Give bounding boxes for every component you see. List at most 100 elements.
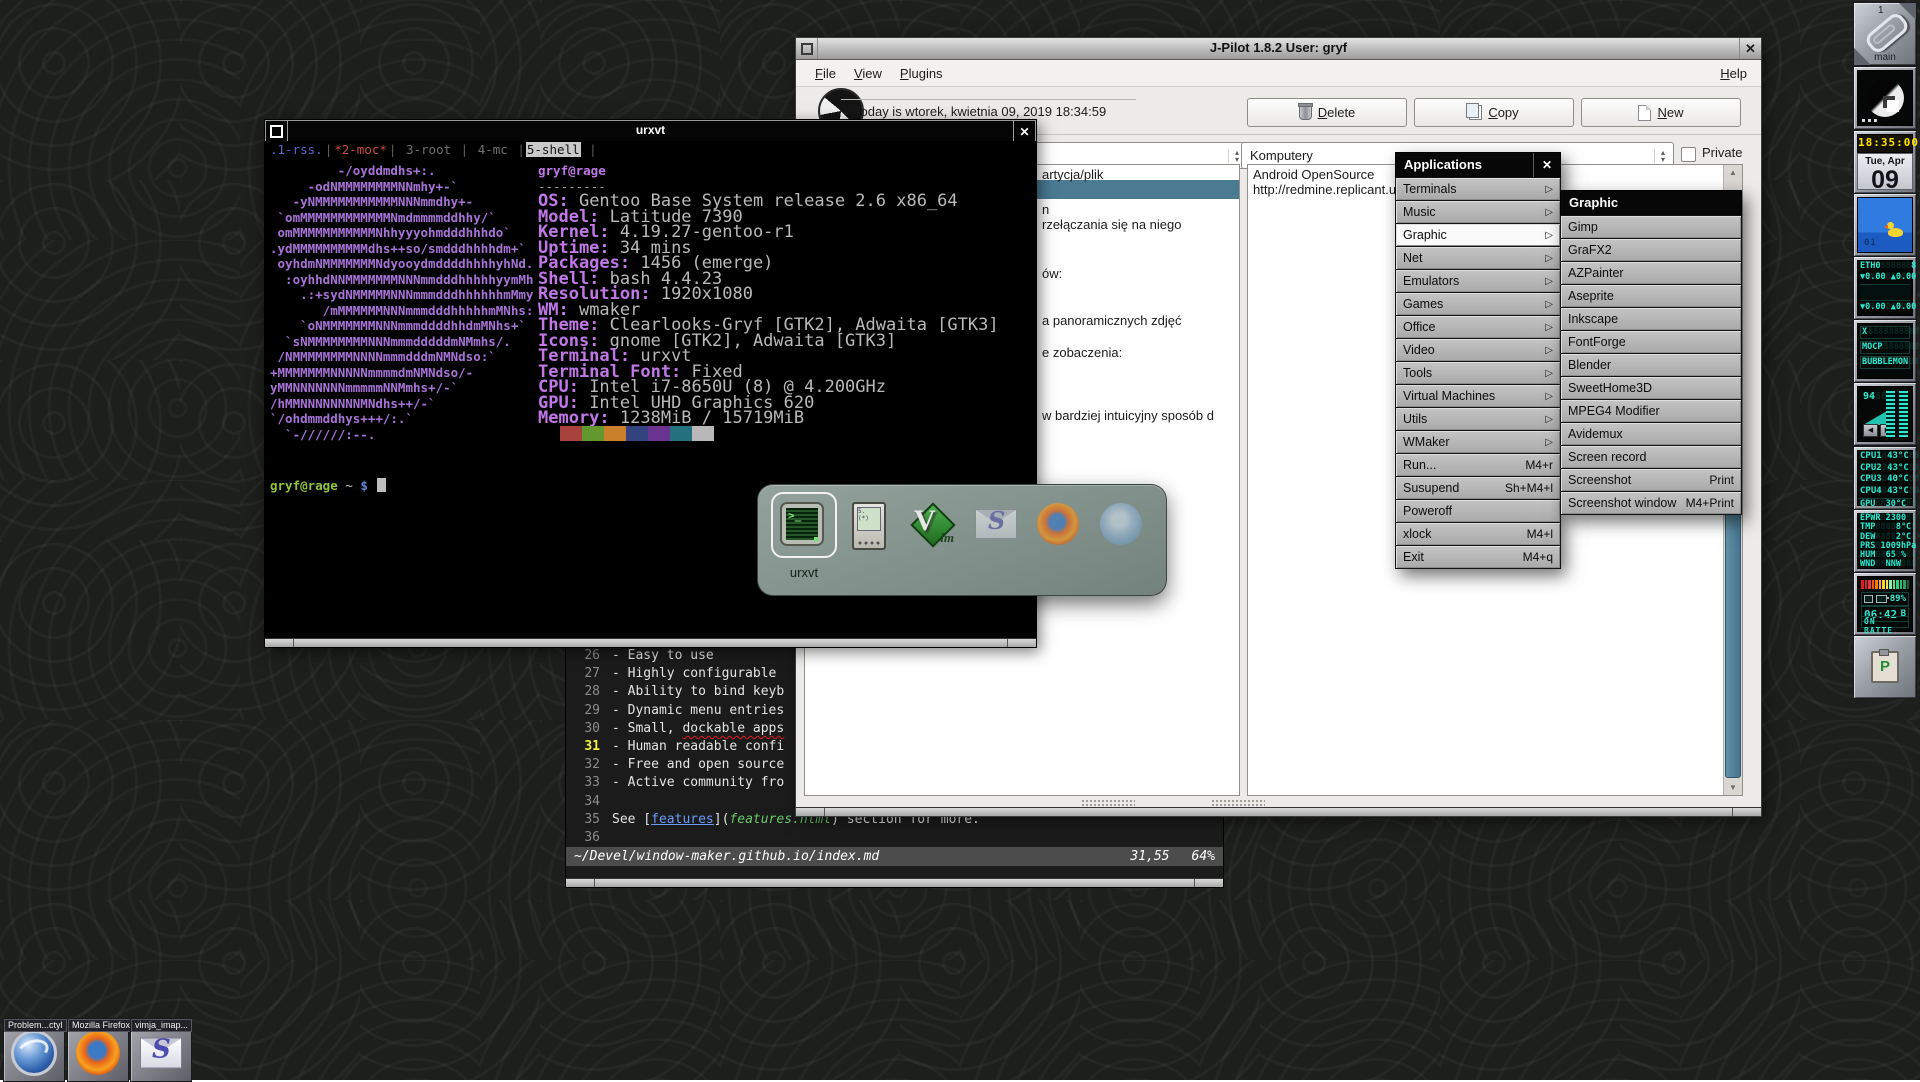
jpilot-resizebar[interactable] — [796, 807, 1761, 816]
miniaturize-button[interactable] — [266, 121, 288, 142]
graphic-menu-item-azpainter[interactable]: AZPainter — [1560, 261, 1742, 285]
applications-menu-item-games[interactable]: Games▷ — [1395, 292, 1561, 316]
miniwindow-problem[interactable]: Problem...ctyl — [3, 1018, 65, 1082]
miniaturize-icon — [270, 125, 283, 138]
memo-list-row[interactable]: artycja/plik — [1042, 167, 1103, 182]
graphic-menu-item-screen-record[interactable]: Screen record — [1560, 445, 1742, 469]
vim-resizebar[interactable] — [566, 878, 1223, 887]
clock-dockapp[interactable]: 18:35:00 Tue, Apr 09 — [1853, 130, 1917, 194]
graphic-menu-item-screenshot-window[interactable]: Screenshot windowM4+Print — [1560, 491, 1742, 515]
clip-dockapp[interactable]: 1 main — [1853, 2, 1917, 66]
jpilot-app-icon[interactable]: 5.(*) — [843, 500, 891, 548]
applications-menu-item-exit[interactable]: ExitM4+q — [1395, 545, 1561, 569]
volume-prev-button[interactable]: ◀ — [1863, 424, 1878, 437]
urxvt-resizebar[interactable] — [265, 638, 1036, 647]
miniaturize-button[interactable] — [796, 38, 818, 59]
graphic-menu-item-grafx2[interactable]: GraFX2 — [1560, 238, 1742, 262]
graphic-menu-item-gimp[interactable]: Gimp — [1560, 215, 1742, 239]
menu-close-button[interactable]: ✕ — [1533, 153, 1560, 177]
jpilot-titlebar[interactable]: J-Pilot 1.8.2 User: gryf ✕ — [796, 38, 1761, 60]
vim-line-number: 35 — [566, 811, 612, 829]
vim-line-number: 26 — [566, 647, 612, 665]
applications-menu-item-susupend[interactable]: SusupendSh+M4+l — [1395, 476, 1561, 500]
battery-percent: 89% — [1890, 594, 1906, 604]
wmaker-dockapp[interactable] — [1853, 66, 1917, 130]
network-monitor-dockapp[interactable]: ETH0 8▼0.00 ▲0.00 ▼0.00 ▲0.00 — [1853, 256, 1917, 320]
graphic-menu-item-aseprite[interactable]: Aseprite — [1560, 284, 1742, 308]
miniwindow-firefox[interactable]: Mozilla Firefox — [67, 1018, 129, 1082]
graphic-menu-item-sweethome3d[interactable]: SweetHome3D — [1560, 376, 1742, 400]
toolbar-button-new[interactable]: New — [1581, 98, 1741, 127]
temperature-dockapp[interactable]: CPU1 43°CCPU2 43°CCPU3 40°CCPU4 43°C GPU… — [1853, 446, 1917, 510]
applications-menu-item-xlock[interactable]: xlockM4+l — [1395, 522, 1561, 546]
battery-dockapp[interactable]: 89% 06:42 B ON BATTE — [1853, 572, 1917, 636]
battery-icon — [1876, 595, 1887, 603]
terminal-tab[interactable]: 3-root — [397, 142, 459, 157]
pane-grip[interactable] — [1081, 799, 1135, 806]
vim-line-text: - Active community fro — [612, 774, 784, 792]
memo-list-row[interactable]: n — [1042, 202, 1049, 217]
memo-list-row[interactable]: e zobaczenia: — [1042, 345, 1122, 360]
private-checkbox[interactable] — [1681, 147, 1696, 162]
volume-mixer-dockapp[interactable]: 94 ◀▶ — [1853, 382, 1917, 446]
firefox-esr-app-icon[interactable] — [1097, 500, 1145, 548]
graphic-menu-item-mpeg4-modifier[interactable]: MPEG4 Modifier — [1560, 399, 1742, 423]
terminal-tab[interactable]: .1-rss. — [269, 142, 324, 157]
graphic-menu-item-inkscape[interactable]: Inkscape — [1560, 307, 1742, 331]
menubar-item-file[interactable]: File — [806, 66, 845, 81]
applications-menu-item-poweroff[interactable]: Poweroff — [1395, 499, 1561, 523]
toolbar-button-copy[interactable]: Copy — [1414, 98, 1574, 127]
terminal-tab[interactable]: 5-shell — [526, 142, 581, 157]
applications-menu-item-video[interactable]: Video▷ — [1395, 338, 1561, 362]
memo-list-row[interactable]: rzełączania się na niego — [1042, 217, 1181, 232]
menubar-item-view[interactable]: View — [845, 66, 891, 81]
graphic-menu-item-screenshot[interactable]: ScreenshotPrint — [1560, 468, 1742, 492]
submenu-arrow-icon: ▷ — [1545, 276, 1553, 287]
menubar-item-help[interactable]: Help — [1716, 66, 1751, 81]
duck-icon — [1888, 228, 1903, 237]
applications-menu-item-tools[interactable]: Tools▷ — [1395, 361, 1561, 385]
battery-segment — [1868, 580, 1871, 589]
scroll-up-icon[interactable] — [1724, 165, 1742, 180]
vim-app-icon[interactable]: Vim — [908, 500, 956, 548]
applications-menu-item-music[interactable]: Music▷ — [1395, 200, 1561, 224]
urxvt-app-icon[interactable]: >_ — [778, 500, 826, 548]
applications-menu-item-run[interactable]: Run...M4+r — [1395, 453, 1561, 477]
terminal-color-swatch — [604, 426, 626, 441]
pastebuf-dockapp[interactable]: P — [1853, 635, 1917, 699]
claws-mail-app-icon[interactable]: S — [971, 500, 1019, 548]
applications-menu-item-graphic[interactable]: Graphic▷ — [1395, 223, 1561, 247]
applications-menu-item-emulators[interactable]: Emulators▷ — [1395, 269, 1561, 293]
graphic-submenu-titlebar[interactable]: Graphic — [1560, 190, 1742, 216]
music-monitor-dockapp[interactable]: XMOCPBUBBLEMON — [1853, 319, 1917, 383]
weather-dockapp[interactable]: EPWR 2300TMP 8°CDEW 2°CPRS 1009hPaHUM 65… — [1853, 509, 1917, 573]
graphic-menu-item-avidemux[interactable]: Avidemux — [1560, 422, 1742, 446]
applications-menu-item-utils[interactable]: Utils▷ — [1395, 407, 1561, 431]
miniwindow-mail[interactable]: vimja_imap... S — [130, 1018, 192, 1082]
memo-list-row[interactable]: a panoramicznych zdjęć — [1042, 313, 1181, 328]
applications-menu-item-virtual-machines[interactable]: Virtual Machines▷ — [1395, 384, 1561, 408]
menu-item-label: Gimp — [1568, 220, 1598, 234]
graphic-menu-item-fontforge[interactable]: FontForge — [1560, 330, 1742, 354]
applications-menu-item-net[interactable]: Net▷ — [1395, 246, 1561, 270]
graphic-menu-item-blender[interactable]: Blender — [1560, 353, 1742, 377]
close-button[interactable]: ✕ — [1739, 38, 1761, 59]
memo-list-row[interactable]: w bardziej intuicyjny sposób d — [1042, 408, 1214, 423]
applications-menu-item-wmaker[interactable]: WMaker▷ — [1395, 430, 1561, 454]
firefox-app-icon[interactable] — [1034, 500, 1082, 548]
prompt-symbol: $ — [353, 478, 368, 493]
applications-menu-item-office[interactable]: Office▷ — [1395, 315, 1561, 339]
applications-menu-titlebar[interactable]: Applications ✕ — [1395, 152, 1561, 178]
memo-list-row[interactable]: ów: — [1042, 266, 1062, 281]
duck-dockapp[interactable]: 01 — [1853, 193, 1917, 257]
toolbar-button-delete[interactable]: Delete — [1247, 98, 1407, 127]
submenu-arrow-icon: ▷ — [1545, 253, 1553, 264]
scroll-down-icon[interactable] — [1724, 780, 1742, 795]
urxvt-titlebar[interactable]: urxvt ✕ — [265, 120, 1036, 143]
close-button[interactable]: ✕ — [1013, 121, 1035, 142]
terminal-tab[interactable]: *2-moc* — [333, 142, 388, 157]
menubar-item-plugins[interactable]: Plugins — [891, 66, 952, 81]
pane-grip[interactable] — [1211, 799, 1265, 806]
applications-menu-item-terminals[interactable]: Terminals▷ — [1395, 177, 1561, 201]
terminal-tab[interactable]: 4-mc — [469, 142, 516, 157]
